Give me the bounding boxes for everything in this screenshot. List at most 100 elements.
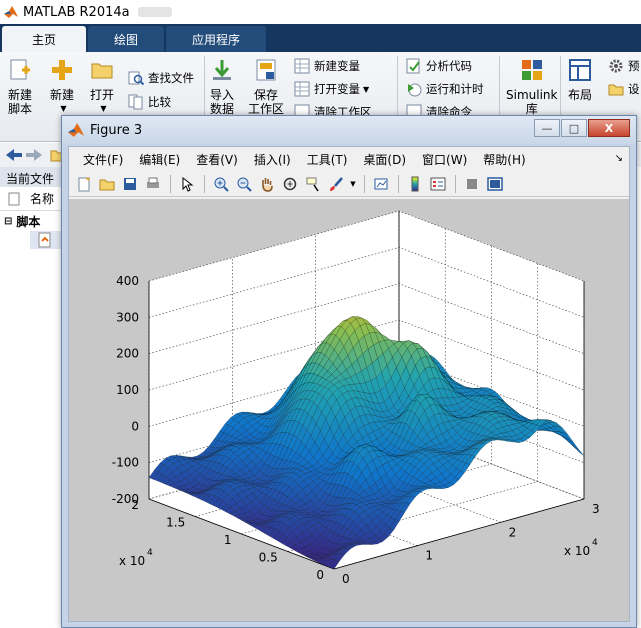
window-controls: — □ X bbox=[533, 119, 630, 137]
gear-icon bbox=[609, 59, 623, 73]
y-tick-label: 0.5 bbox=[259, 551, 278, 565]
z-tick-label: 400 bbox=[116, 274, 139, 288]
toolbar-separator bbox=[398, 174, 399, 193]
link-plot-icon bbox=[374, 178, 388, 189]
layout-label: 布局 bbox=[568, 88, 593, 102]
hand-icon bbox=[262, 177, 273, 192]
brush-icon bbox=[330, 176, 343, 191]
pointer-icon bbox=[182, 176, 194, 192]
current-folder-panel: 名称 ⊟ 脚本 bbox=[0, 187, 66, 628]
menu-edit[interactable]: 编辑(E) bbox=[131, 151, 188, 168]
set-path-button[interactable]: 设 bbox=[608, 79, 640, 99]
hide-plot-tools-button[interactable] bbox=[461, 174, 483, 194]
set-path-label: 设 bbox=[628, 82, 640, 96]
save-label-1: 保存 bbox=[254, 88, 279, 102]
y-tick-label: 1 bbox=[224, 533, 232, 547]
restore-button[interactable]: □ bbox=[561, 119, 587, 137]
menu-file[interactable]: 文件(F) bbox=[75, 151, 131, 168]
zoom-in-button[interactable] bbox=[210, 174, 232, 194]
analyze-code-label: 分析代码 bbox=[426, 59, 472, 73]
data-cursor-button[interactable] bbox=[302, 174, 324, 194]
menu-desktop[interactable]: 桌面(D) bbox=[355, 151, 414, 168]
compare-label: 比较 bbox=[148, 95, 171, 109]
brush-dropdown-icon[interactable]: ▼ bbox=[348, 174, 358, 194]
new-file-icon bbox=[78, 176, 90, 191]
figure-client-area: 文件(F) 编辑(E) 查看(V) 插入(I) 工具(T) 桌面(D) 窗口(W… bbox=[68, 146, 630, 622]
open-variable-dropdown-icon: ▼ bbox=[363, 84, 370, 94]
new-button[interactable]: 新建 ▼ bbox=[50, 58, 74, 116]
y-exponent-label: x 10 bbox=[119, 554, 145, 568]
dock-arrow-icon[interactable]: ↘ bbox=[615, 153, 623, 164]
figure-title: Figure 3 bbox=[90, 122, 143, 138]
edit-plot-button[interactable] bbox=[176, 174, 198, 194]
x-tick-label: 2 bbox=[509, 525, 517, 539]
figure-window[interactable]: Figure 3 — □ X 文件(F) 编辑(E) 查看(V) 插入(I) 工… bbox=[61, 115, 637, 628]
open-button[interactable]: 打开 ▼ bbox=[90, 58, 114, 116]
name-column-header[interactable]: 名称 bbox=[30, 190, 54, 207]
brush-button[interactable] bbox=[325, 174, 347, 194]
z-tick-label: 300 bbox=[116, 310, 139, 324]
minimize-button[interactable]: — bbox=[534, 119, 560, 137]
figure-canvas[interactable]: -200 -100 0 100 200 300 400 0 1 2 3 0 0.5 1 1.5 2 x 10 4 x… bbox=[69, 199, 629, 621]
find-files-label: 查找文件 bbox=[148, 71, 194, 85]
tab-home[interactable]: 主页 bbox=[2, 26, 87, 52]
import-data-button[interactable]: 导入 数据 bbox=[210, 58, 234, 116]
z-tick-label: 0 bbox=[131, 419, 139, 433]
simulink-icon bbox=[521, 60, 542, 80]
show-plot-tools-button[interactable] bbox=[484, 174, 506, 194]
compare-button[interactable]: 比较 bbox=[128, 92, 171, 112]
layout-icon bbox=[569, 59, 591, 81]
simulink-library-button[interactable]: Simulink 库 bbox=[506, 58, 557, 116]
menu-view[interactable]: 查看(V) bbox=[188, 151, 246, 168]
close-button[interactable]: X bbox=[588, 119, 630, 137]
legend-button[interactable] bbox=[427, 174, 449, 194]
menu-help[interactable]: 帮助(H) bbox=[475, 151, 533, 168]
tab-plots[interactable]: 绘图 bbox=[88, 26, 165, 52]
set-path-icon bbox=[608, 84, 624, 96]
run-and-time-label: 运行和计时 bbox=[426, 82, 484, 96]
layout-button[interactable]: 布局 bbox=[568, 58, 592, 102]
preferences-button[interactable]: 预 bbox=[608, 56, 640, 76]
show-plot-tools-icon bbox=[487, 176, 503, 191]
group-label: 脚本 bbox=[16, 214, 41, 229]
x-tick-label: 0 bbox=[342, 572, 350, 586]
new-script-button[interactable]: 新建 脚本 bbox=[8, 58, 32, 116]
x-tick-label: 3 bbox=[592, 502, 600, 516]
app-title: MATLAB R2014a bbox=[23, 4, 130, 20]
pan-button[interactable] bbox=[256, 174, 278, 194]
new-variable-button[interactable]: 新建变量 bbox=[294, 56, 360, 76]
blurred-text bbox=[137, 7, 172, 17]
list-item[interactable] bbox=[30, 231, 65, 249]
plus-icon bbox=[52, 60, 72, 80]
menu-tools[interactable]: 工具(T) bbox=[299, 151, 356, 168]
zoom-out-button[interactable] bbox=[233, 174, 255, 194]
open-folder-icon bbox=[99, 179, 115, 190]
surface-plot[interactable]: -200-1000100200300400012300.511.52x 104x… bbox=[69, 199, 629, 621]
save-icon bbox=[124, 177, 136, 190]
print-button[interactable] bbox=[142, 174, 164, 194]
menu-insert[interactable]: 插入(I) bbox=[246, 151, 299, 168]
new-variable-label: 新建变量 bbox=[314, 59, 360, 73]
figure-titlebar[interactable]: Figure 3 — □ X bbox=[62, 116, 636, 144]
find-files-button[interactable]: 查找文件 bbox=[128, 68, 194, 88]
z-tick-label: -100 bbox=[112, 456, 139, 470]
import-label-1: 导入 bbox=[210, 88, 235, 102]
analyze-code-button[interactable]: 分析代码 bbox=[406, 56, 472, 76]
save-figure-button[interactable] bbox=[119, 174, 141, 194]
back-forward-icon[interactable] bbox=[4, 147, 44, 163]
rotate-3d-button[interactable] bbox=[279, 174, 301, 194]
tab-apps[interactable]: 应用程序 bbox=[166, 26, 267, 52]
new-figure-button[interactable] bbox=[73, 174, 95, 194]
menu-window[interactable]: 窗口(W) bbox=[414, 151, 475, 168]
save-workspace-button[interactable]: 保存 工作区 bbox=[248, 58, 284, 116]
collapse-icon[interactable]: ⊟ bbox=[4, 216, 12, 227]
colorbar-button[interactable] bbox=[404, 174, 426, 194]
y-exponent-power: 4 bbox=[147, 548, 153, 558]
run-and-time-button[interactable]: 运行和计时 bbox=[406, 79, 484, 99]
compare-icon bbox=[128, 94, 143, 110]
open-file-button[interactable] bbox=[96, 174, 118, 194]
open-variable-button[interactable]: 打开变量 ▼ bbox=[294, 79, 369, 99]
folder-group-scripts[interactable]: ⊟ 脚本 bbox=[0, 211, 65, 231]
link-plot-button[interactable] bbox=[370, 174, 392, 194]
file-icon bbox=[8, 192, 20, 205]
